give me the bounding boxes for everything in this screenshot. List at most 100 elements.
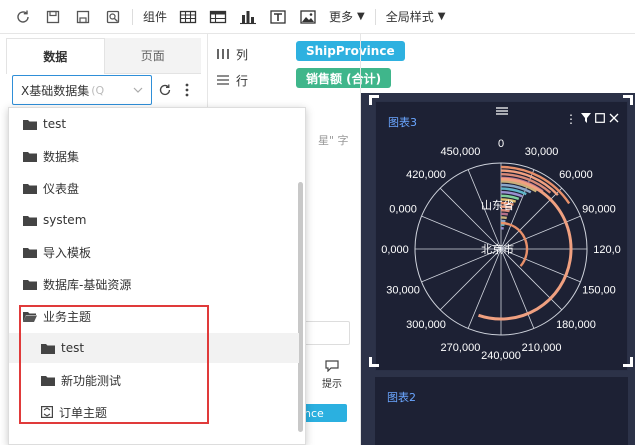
more-menu[interactable]: 更多 ▼	[323, 0, 371, 34]
angle-tick-label: 0,000	[381, 244, 409, 256]
table-icon[interactable]	[173, 0, 203, 34]
folder-icon	[23, 279, 37, 290]
toolbar-divider	[374, 8, 376, 25]
angle-tick-label: 150,00	[582, 285, 616, 297]
partial-text: 星" 字	[318, 134, 349, 147]
hint-label: 提示	[322, 379, 342, 390]
dropdown-item-4[interactable]: 导入模板	[9, 237, 299, 267]
dataset-select[interactable]: X基础数据集 (Q	[12, 75, 152, 105]
dropdown-item-label: 数据库-基础资源	[43, 277, 132, 292]
column-icon	[216, 48, 230, 60]
radius-label: 北京市	[481, 242, 514, 256]
dataset-row: X基础数据集 (Q	[12, 74, 207, 106]
row-shelf: 行	[216, 67, 248, 93]
refresh-icon[interactable]	[8, 0, 38, 34]
bar-chart-icon[interactable]	[233, 0, 263, 34]
caret-down-icon: ▼	[437, 11, 446, 22]
folder-icon	[23, 183, 37, 194]
field-pill-partial[interactable]: nce	[302, 404, 347, 422]
angle-tick-label: 180,000	[556, 319, 596, 331]
column-field-pill[interactable]: ShipProvince	[296, 41, 405, 61]
angle-tick-label: 0	[498, 138, 504, 150]
more-options-icon[interactable]	[178, 81, 196, 99]
angle-tick-label: 420,000	[406, 169, 446, 181]
angle-tick-label: 30,000	[386, 285, 420, 297]
dropdown-item-label: 仪表盘	[43, 181, 80, 196]
resize-corner-icon[interactable]	[623, 357, 633, 367]
column-label: 列	[236, 47, 249, 62]
dataset-search-placeholder: (Q	[91, 83, 105, 97]
save-icon[interactable]	[38, 0, 68, 34]
angle-tick-label: 30,000	[525, 146, 559, 158]
more-label: 更多	[329, 10, 354, 24]
angle-tick-label: 450,000	[441, 146, 481, 158]
radius-label: 山东省	[481, 199, 514, 212]
column-shelf: 列	[216, 41, 248, 67]
polar-spoke	[439, 248, 502, 311]
global-style-menu[interactable]: 全局样式 ▼	[380, 0, 452, 34]
chart-title-2: 图表2	[387, 391, 416, 404]
dropdown-item-label: 导入模板	[43, 245, 92, 260]
folder-icon	[41, 343, 55, 354]
left-tabs: 数据 页面	[6, 38, 201, 74]
folder-icon	[23, 215, 37, 226]
angle-tick-label: 90,000	[582, 203, 616, 215]
folder-icon	[23, 119, 37, 130]
chart-card[interactable]: 图表3 ⋮ 0 30,000 60,000 90,000 120,0 150,00 180,…	[375, 101, 628, 371]
dropdown-item-0[interactable]: test	[9, 109, 299, 139]
dropdown-item-8[interactable]: 新功能测试	[9, 365, 299, 395]
resize-corner-icon[interactable]	[369, 357, 379, 367]
folder-icon	[23, 151, 37, 162]
hint-button[interactable]: 提示	[313, 355, 351, 395]
property-select[interactable]	[300, 321, 350, 345]
angle-tick-label: 300,000	[406, 319, 446, 331]
dropdown-item-9[interactable]: 订单主题	[9, 397, 299, 427]
crosstab-icon[interactable]	[203, 0, 233, 34]
tab-page[interactable]: 页面	[104, 38, 201, 74]
dropdown-item-label: 新功能测试	[61, 373, 122, 388]
folder-icon	[23, 247, 37, 258]
dropdown-item-3[interactable]: system	[9, 205, 299, 235]
dropdown-item-label: 业务主题	[43, 309, 92, 324]
dashboard-canvas: 图表3 ⋮ 0 30,000 60,000 90,000 120,0 150,00 180,…	[361, 93, 635, 445]
dataset-select-value: X基础数据集	[21, 83, 90, 98]
resize-corner-icon[interactable]	[623, 95, 633, 105]
row-icon	[216, 74, 230, 86]
dropdown-item-label: test	[61, 341, 85, 355]
angle-tick-label: 60,000	[559, 169, 593, 181]
row-field-pill[interactable]: 销售额 (合计)	[296, 68, 392, 88]
angle-tick-label: 0,000	[389, 203, 417, 215]
folder-open-icon	[23, 311, 37, 322]
text-widget-icon[interactable]	[263, 0, 293, 34]
hint-icon	[325, 360, 339, 375]
dropdown-item-2[interactable]: 仪表盘	[9, 173, 299, 203]
refresh-dataset-icon[interactable]	[156, 81, 174, 99]
app-root: 组件 更多 ▼ 全局样式 ▼ 数据 页面 X基础数据集 (Q 列 行 星" 字 …	[0, 0, 635, 445]
toolbar-divider	[132, 8, 133, 25]
dropdown-item-label: system	[43, 213, 87, 227]
row-label: 行	[236, 73, 249, 88]
angle-tick-label: 120,0	[593, 244, 621, 256]
component-label: 组件	[143, 10, 168, 24]
resize-corner-icon[interactable]	[369, 95, 379, 105]
angle-tick-label: 270,000	[441, 342, 481, 354]
dataset-dropdown: test 数据集仪表盘 system 导入模板数据库-基础资源 业务主题 test 新功能测…	[8, 107, 306, 445]
toolbar: 组件 更多 ▼ 全局样式 ▼	[0, 0, 635, 34]
dropdown-item-6[interactable]: 业务主题	[9, 301, 299, 331]
global-style-label: 全局样式	[385, 10, 434, 24]
polar-bar-chart: 030,00060,00090,000120,0150,00180,000210…	[381, 138, 621, 362]
folder-icon	[41, 375, 55, 386]
polar-bar	[500, 212, 509, 216]
dropdown-item-label: 订单主题	[59, 405, 108, 420]
image-widget-icon[interactable]	[293, 0, 323, 34]
caret-down-icon: ▼	[357, 11, 365, 22]
dropdown-item-7[interactable]: test	[9, 333, 299, 363]
dropdown-item-1[interactable]: 数据集	[9, 141, 299, 171]
dropdown-item-label: 数据集	[43, 149, 80, 164]
preview-icon[interactable]	[98, 0, 128, 34]
tab-data[interactable]: 数据	[6, 38, 105, 74]
dropdown-item-5[interactable]: 数据库-基础资源	[9, 269, 299, 299]
polar-bar	[500, 216, 507, 220]
save-as-icon[interactable]	[68, 0, 98, 34]
chart-card-2[interactable]: 图表2	[375, 377, 628, 445]
